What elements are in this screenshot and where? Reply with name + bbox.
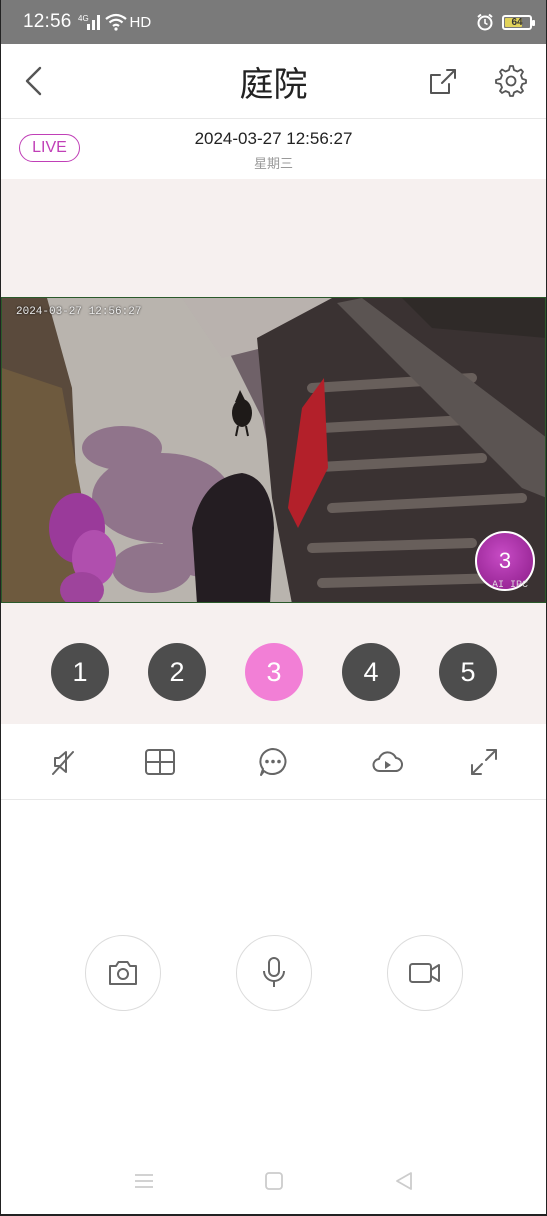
signal-indicator: 4G HD	[78, 13, 152, 31]
ai-ipc-text: AI IPC	[492, 580, 529, 591]
split-screen-icon[interactable]	[144, 746, 176, 778]
live-weekday: 星期三	[253, 157, 293, 172]
talk-button[interactable]	[236, 935, 312, 1011]
chevron-left-icon[interactable]	[19, 64, 51, 98]
system-navigation-bar	[1, 1160, 546, 1200]
share-icon[interactable]	[425, 64, 461, 98]
home-icon[interactable]	[263, 1170, 285, 1192]
message-icon[interactable]	[257, 746, 289, 778]
live-info-row: LIVE 2024-03-27 12:56:27 星期三	[1, 119, 546, 179]
camera-video-feed[interactable]: 2024-03-27 12:56:27 3 AI IPC	[1, 297, 546, 603]
ai-badge-number: 3	[498, 548, 512, 573]
battery-level: 64	[511, 16, 523, 28]
microphone-icon	[263, 957, 285, 987]
camera-scene-image	[2, 298, 545, 602]
live-datetime: 2024-03-27 12:56:27	[194, 129, 353, 148]
channel-button-3[interactable]: 3	[245, 643, 303, 701]
alarm-icon	[477, 13, 493, 31]
fullscreen-icon[interactable]	[468, 746, 500, 778]
app-screen: 12:56 4G HD 64 庭院 LIVE 2024-03-27 12:56:…	[0, 0, 547, 1216]
toolbar-divider	[1, 799, 546, 800]
channel-label: 5	[460, 656, 476, 687]
channel-button-2[interactable]: 2	[148, 643, 206, 701]
sound-off-icon[interactable]	[47, 746, 79, 778]
cloud-playback-icon[interactable]	[371, 746, 403, 778]
snapshot-button[interactable]	[85, 935, 161, 1011]
page-title: 庭院	[239, 64, 308, 105]
svg-text:4G: 4G	[78, 14, 89, 23]
status-right: 64	[476, 13, 535, 31]
back-triangle-icon[interactable]	[393, 1170, 415, 1192]
record-button[interactable]	[387, 935, 463, 1011]
header: 庭院	[1, 44, 546, 118]
channel-button-4[interactable]: 4	[342, 643, 400, 701]
battery-icon: 64	[502, 14, 535, 30]
menu-icon[interactable]	[133, 1170, 155, 1192]
channel-label: 4	[363, 656, 379, 687]
video-osd-timestamp: 2024-03-27 12:56:27	[16, 306, 142, 318]
video-record-icon	[409, 963, 440, 983]
channel-label: 3	[266, 656, 282, 687]
video-toolbar	[1, 724, 546, 799]
gear-icon[interactable]	[493, 63, 529, 99]
status-bar: 12:56 4G HD 64	[1, 0, 546, 44]
channel-label: 2	[169, 656, 185, 687]
channel-button-5[interactable]: 5	[439, 643, 497, 701]
status-time: 12:56	[23, 11, 72, 32]
wifi-icon	[104, 13, 127, 31]
channel-selector: 1 2 3 4 5	[1, 643, 546, 701]
channel-button-1[interactable]: 1	[51, 643, 109, 701]
cellular-signal-icon: 4G	[78, 14, 100, 30]
camera-icon	[109, 961, 137, 985]
channel-label: 1	[72, 656, 88, 687]
hd-indicator: HD	[129, 13, 152, 31]
